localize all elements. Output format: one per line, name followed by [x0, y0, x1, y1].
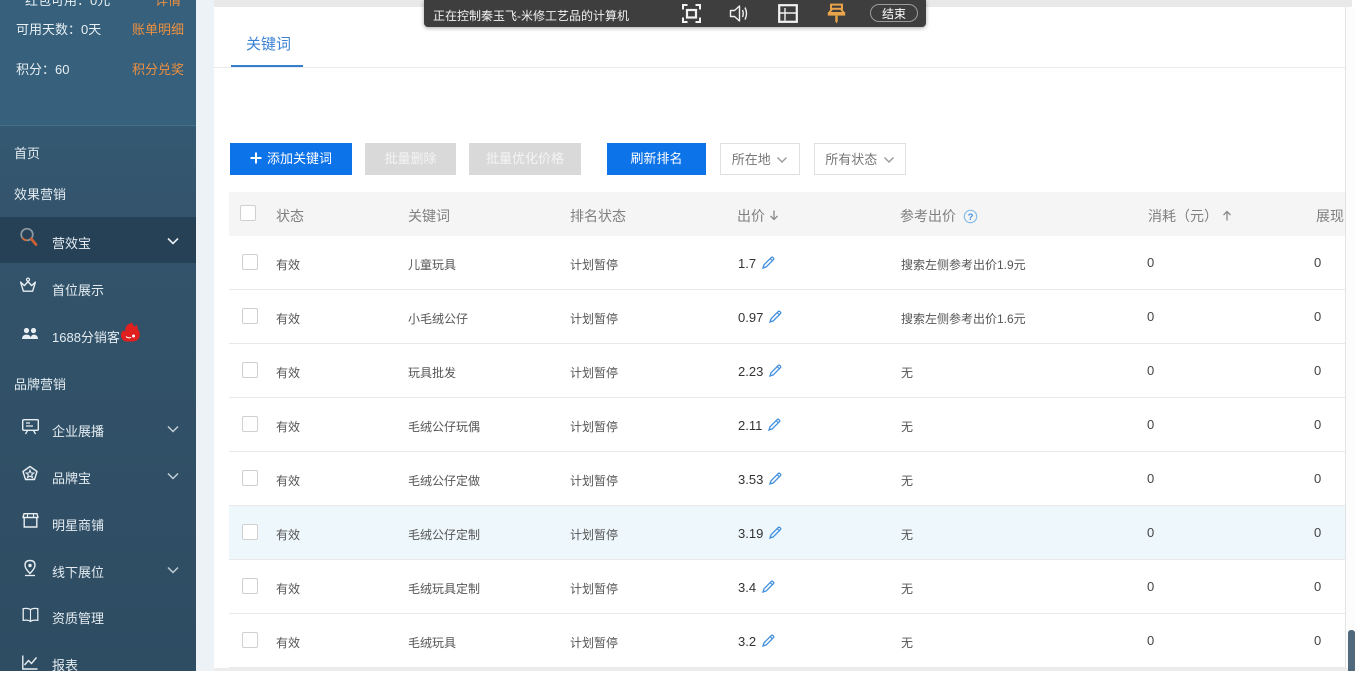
svg-text:?: ? [967, 212, 973, 223]
